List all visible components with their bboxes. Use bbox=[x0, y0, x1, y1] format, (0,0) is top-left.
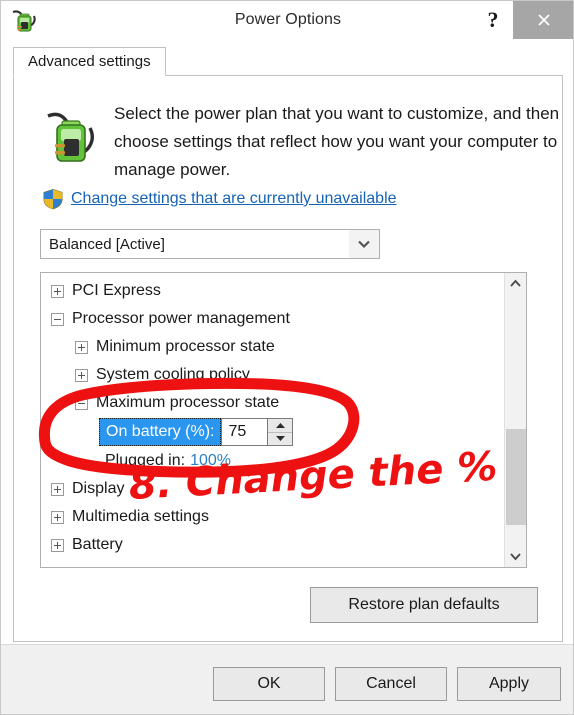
battery-plug-large-icon bbox=[42, 106, 100, 170]
tree-list: PCI Express Processor power management M… bbox=[41, 273, 504, 567]
on-battery-setting-row: On battery (%): 75 bbox=[41, 417, 504, 447]
tree-row[interactable]: Processor power management bbox=[41, 305, 504, 333]
restore-plan-defaults-button[interactable]: Restore plan defaults bbox=[310, 587, 538, 623]
collapse-icon[interactable] bbox=[75, 396, 88, 410]
triangle-up-icon[interactable] bbox=[268, 419, 293, 433]
settings-panel: Select the power plan that you want to c… bbox=[13, 75, 563, 642]
tree-row-label: Multimedia settings bbox=[72, 508, 209, 525]
tree-row-label: Display bbox=[72, 480, 125, 497]
tree-row[interactable]: Battery bbox=[41, 531, 504, 559]
apply-button[interactable]: Apply bbox=[457, 667, 561, 701]
plugged-in-value[interactable]: 100% bbox=[190, 452, 231, 470]
power-plan-select[interactable]: Balanced [Active] bbox=[40, 229, 380, 259]
cancel-button[interactable]: Cancel bbox=[335, 667, 447, 701]
tree-row[interactable]: PCI Express bbox=[41, 277, 504, 305]
tab-advanced-settings[interactable]: Advanced settings bbox=[13, 47, 166, 76]
expand-icon[interactable] bbox=[51, 284, 64, 298]
power-plan-value: Balanced [Active] bbox=[49, 235, 165, 253]
expand-icon[interactable] bbox=[51, 482, 64, 496]
change-settings-link[interactable]: Change settings that are currently unava… bbox=[71, 190, 397, 208]
tree-row-label: PCI Express bbox=[72, 282, 161, 299]
tree-row[interactable]: Display bbox=[41, 475, 504, 503]
tree-row[interactable]: Maximum processor state bbox=[41, 389, 504, 417]
help-button[interactable]: ? bbox=[473, 1, 513, 39]
tab-strip: Advanced settings bbox=[13, 47, 563, 76]
panel-description: Select the power plan that you want to c… bbox=[114, 104, 560, 179]
triangle-down-icon[interactable] bbox=[268, 433, 292, 446]
tree-row[interactable]: System cooling policy bbox=[41, 361, 504, 389]
tree-row[interactable]: Multimedia settings bbox=[41, 503, 504, 531]
on-battery-label[interactable]: On battery (%): bbox=[99, 418, 222, 446]
tree-row[interactable]: Minimum processor state bbox=[41, 333, 504, 361]
title-bar: Power Options ? bbox=[1, 1, 573, 39]
chevron-up-icon[interactable] bbox=[505, 273, 526, 294]
uac-link-row[interactable]: Change settings that are currently unava… bbox=[42, 188, 397, 210]
expand-icon[interactable] bbox=[51, 510, 64, 524]
tree-scrollbar[interactable] bbox=[504, 273, 526, 567]
chevron-down-icon[interactable] bbox=[505, 546, 526, 567]
tree-row-label: Processor power management bbox=[72, 310, 290, 327]
power-options-dialog: Power Options ? Advanced settings Select… bbox=[0, 0, 574, 715]
dialog-footer: OK Cancel Apply bbox=[1, 644, 573, 714]
tree-row-label: System cooling policy bbox=[96, 366, 250, 383]
on-battery-spinner[interactable] bbox=[267, 418, 294, 446]
tree-row-label: Minimum processor state bbox=[96, 338, 275, 355]
close-button[interactable] bbox=[513, 1, 573, 39]
collapse-icon[interactable] bbox=[51, 312, 64, 326]
expand-icon[interactable] bbox=[75, 340, 88, 354]
uac-shield-icon bbox=[42, 188, 64, 210]
expand-icon[interactable] bbox=[51, 538, 64, 552]
expand-icon[interactable] bbox=[75, 368, 88, 382]
plugged-in-label: Plugged in: bbox=[105, 452, 186, 469]
tree-row-label: Battery bbox=[72, 536, 123, 553]
scrollbar-thumb[interactable] bbox=[506, 429, 526, 525]
on-battery-input[interactable]: 75 bbox=[221, 418, 268, 446]
plugged-in-setting-row: Plugged in: 100% bbox=[41, 447, 504, 475]
chevron-down-icon[interactable] bbox=[349, 230, 379, 258]
ok-button[interactable]: OK bbox=[213, 667, 325, 701]
advanced-settings-tree: PCI Express Processor power management M… bbox=[40, 272, 527, 568]
tree-row-label: Maximum processor state bbox=[96, 394, 280, 411]
close-icon bbox=[538, 14, 550, 26]
